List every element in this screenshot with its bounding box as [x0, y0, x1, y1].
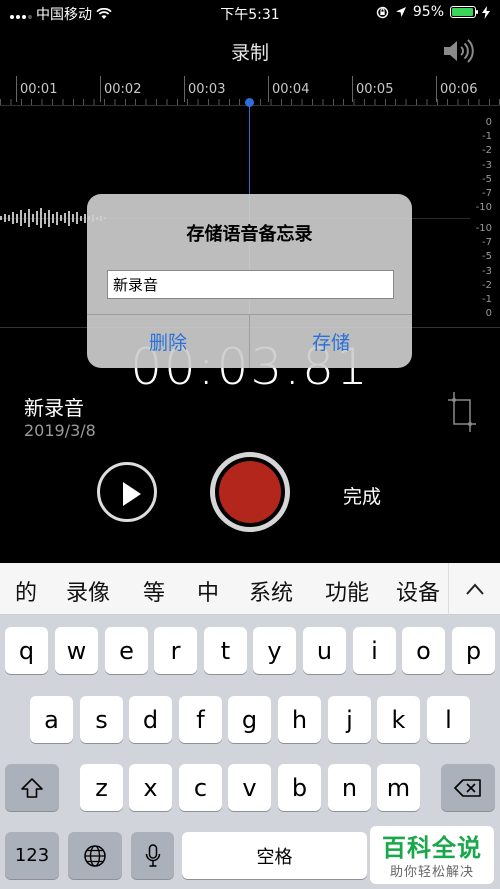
tick-label: 00:01 [20, 82, 58, 97]
delete-button[interactable]: 删除 [87, 315, 249, 368]
key[interactable]: c [179, 764, 222, 811]
space-key[interactable]: 空格 [182, 832, 367, 879]
candidate-word[interactable]: 设备 [396, 575, 440, 607]
charging-icon [482, 5, 490, 19]
db-label: -7 [482, 237, 492, 249]
key[interactable]: w [55, 627, 98, 674]
key[interactable]: l [427, 696, 470, 743]
page-title: 录制 [230, 42, 269, 64]
watermark-subtitle: 助你轻松解决 [389, 865, 474, 880]
dictation-key[interactable] [131, 832, 174, 879]
tick-label: 00:03 [188, 82, 226, 97]
memo-name-input[interactable] [107, 270, 394, 299]
candidate-bar: 的 录像 等 中 系统 功能 设备 [0, 563, 500, 615]
key[interactable]: f [179, 696, 222, 743]
db-label: -2 [482, 145, 492, 157]
done-button[interactable]: 完成 [343, 482, 381, 509]
key[interactable]: g [228, 696, 271, 743]
key[interactable]: v [228, 764, 271, 811]
play-icon [123, 482, 141, 506]
candidate-word[interactable]: 中 [197, 575, 219, 607]
key[interactable]: x [129, 764, 172, 811]
db-scale-top: 0 -1 -2 -3 -5 -7 -10 [476, 116, 492, 215]
orientation-lock-icon [376, 6, 389, 18]
record-icon [219, 461, 281, 523]
crop-icon[interactable] [448, 392, 476, 432]
db-label: -5 [482, 173, 492, 185]
db-label: -1 [482, 294, 492, 306]
save-memo-dialog: 存储语音备忘录 删除 存储 [87, 194, 412, 368]
key[interactable]: a [30, 696, 73, 743]
key[interactable]: i [353, 627, 396, 674]
key[interactable]: q [5, 627, 48, 674]
candidate-word[interactable]: 录像 [66, 575, 110, 607]
recording-name: 新录音 [24, 396, 84, 420]
key[interactable]: h [278, 696, 321, 743]
candidate-word[interactable]: 等 [143, 575, 165, 607]
tick-label: 00:04 [272, 82, 310, 97]
db-label: 0 [485, 308, 492, 320]
key[interactable]: b [278, 764, 321, 811]
status-bar: 中国移动 下午5:31 95% [0, 0, 500, 26]
watermark-logo: 百科全说 助你轻松解决 [370, 826, 494, 884]
key[interactable]: d [129, 696, 172, 743]
key[interactable]: t [204, 627, 247, 674]
tick-label: 00:05 [356, 82, 394, 97]
status-right: 95% [376, 4, 490, 20]
tick-label: 00:02 [104, 82, 142, 97]
recording-date: 2019/3/8 [24, 421, 96, 440]
db-label: -3 [482, 265, 492, 277]
playhead-handle[interactable] [245, 98, 254, 107]
key[interactable]: e [105, 627, 148, 674]
key[interactable]: y [253, 627, 296, 674]
key[interactable]: s [80, 696, 123, 743]
db-label: -3 [482, 159, 492, 171]
candidate-word[interactable]: 的 [15, 575, 37, 607]
db-label: -5 [482, 251, 492, 263]
key[interactable]: m [377, 764, 420, 811]
db-label: -10 [475, 202, 492, 214]
battery-icon [450, 6, 478, 18]
key[interactable]: k [377, 696, 420, 743]
location-icon [395, 7, 406, 17]
key[interactable]: z [80, 764, 123, 811]
numbers-key[interactable]: 123 [5, 832, 59, 879]
candidate-word[interactable]: 系统 [249, 575, 293, 607]
db-scale-bottom: -10 -7 -5 -3 -2 -1 0 [476, 222, 492, 321]
expand-candidates-button[interactable] [448, 563, 500, 615]
chevron-up-icon [465, 583, 484, 595]
shift-key[interactable] [5, 764, 59, 811]
db-label: 0 [485, 117, 492, 128]
save-button[interactable]: 存储 [249, 315, 412, 368]
microphone-icon [145, 843, 160, 867]
record-button[interactable] [210, 452, 290, 532]
candidate-word[interactable]: 功能 [325, 575, 369, 607]
db-label: -1 [482, 131, 492, 143]
db-label: -2 [482, 279, 492, 291]
key[interactable]: o [402, 627, 445, 674]
dialog-title: 存储语音备忘录 [186, 224, 313, 245]
battery-percent: 95% [412, 4, 444, 20]
backspace-key[interactable] [441, 764, 495, 811]
globe-key[interactable] [68, 832, 122, 879]
dialog-buttons: 删除 存储 [87, 314, 412, 368]
shift-icon [21, 777, 43, 798]
key[interactable]: p [452, 627, 495, 674]
key[interactable]: u [303, 627, 346, 674]
key[interactable]: r [154, 627, 197, 674]
key[interactable]: n [328, 764, 371, 811]
watermark-title: 百科全说 [382, 834, 482, 862]
tick-label: 00:06 [440, 82, 478, 97]
db-label: -10 [475, 223, 492, 234]
play-button[interactable] [97, 462, 157, 522]
globe-icon [84, 844, 106, 867]
db-label: -7 [482, 188, 492, 200]
backspace-icon [454, 778, 481, 797]
speaker-icon[interactable] [442, 38, 476, 64]
key[interactable]: j [328, 696, 371, 743]
